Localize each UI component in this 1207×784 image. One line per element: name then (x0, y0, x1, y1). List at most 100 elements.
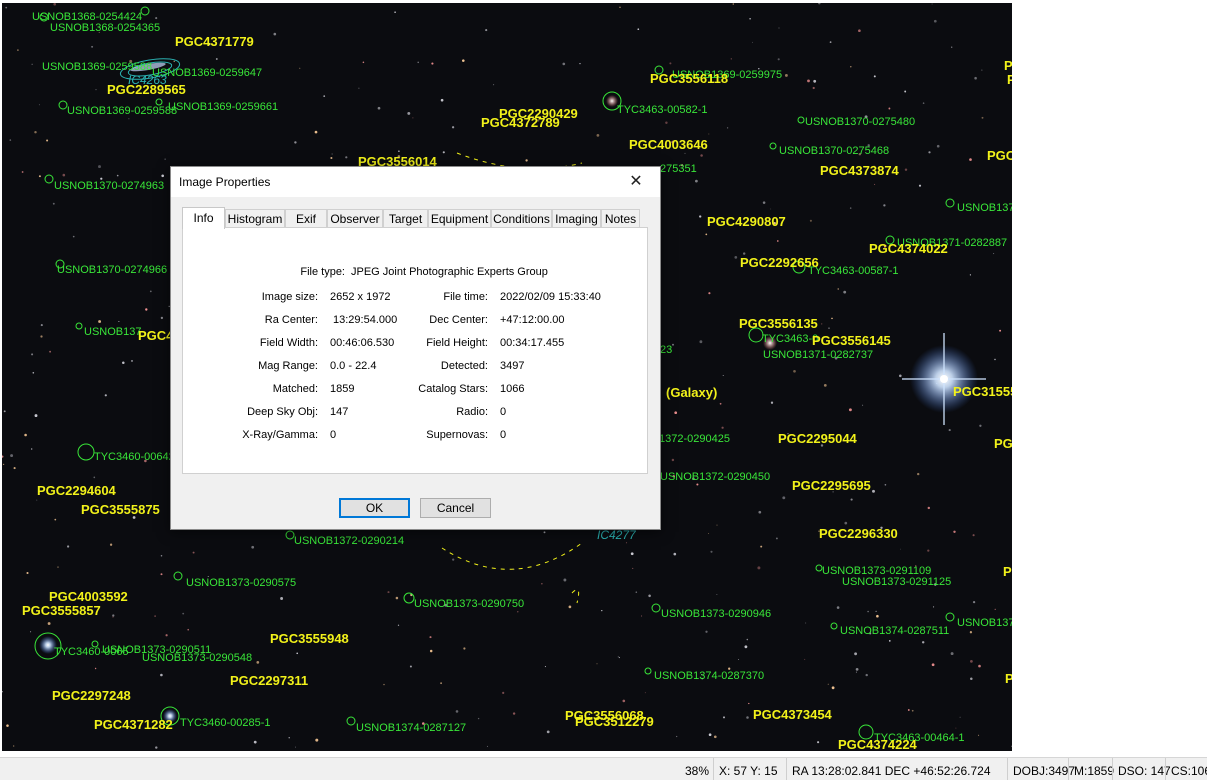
faint-star (154, 615, 156, 617)
tab-equipment[interactable]: Equipment (428, 209, 491, 227)
tab-imaging[interactable]: Imaging (552, 209, 601, 227)
catalog-star-label: USNOB1368-0254365 (50, 22, 161, 34)
faint-star (812, 86, 815, 90)
faint-star (104, 394, 107, 397)
faint-star (959, 716, 961, 718)
close-icon[interactable]: ✕ (614, 167, 658, 197)
galaxy-label: PGC3555857 (22, 603, 101, 618)
cancel-button[interactable]: Cancel (420, 498, 491, 518)
faint-star (844, 521, 848, 525)
faint-star (452, 558, 455, 561)
faint-star (477, 717, 480, 720)
image-properties-dialog: Image Properties ✕ Info Histogram Exif O… (170, 166, 661, 530)
faint-star (596, 663, 598, 665)
cursor-radec: RA 13:28:02.841 DEC +46:52:26.724 (786, 758, 996, 780)
image-size-value: 2652 x 1972 (330, 291, 391, 303)
faint-star (782, 496, 786, 500)
faint-star (525, 159, 528, 162)
faint-star (696, 483, 699, 486)
catalog-star-label: USNOB1373-0290575 (186, 577, 297, 589)
faint-star (979, 424, 982, 427)
ok-button[interactable]: OK (339, 498, 410, 518)
faint-star (641, 615, 643, 617)
radio-value: 0 (500, 406, 507, 418)
xray-label: X-Ray/Gamma: (242, 429, 318, 441)
faint-star (836, 606, 840, 609)
faint-star (918, 184, 922, 187)
faint-star (128, 118, 130, 120)
cs-count: CS:1066 (1165, 758, 1207, 780)
info-panel: File type: JPEG Joint Photographic Exper… (182, 227, 648, 474)
catalog-star-label: TYC3463-00587-1 (808, 265, 899, 277)
faint-star (673, 552, 677, 556)
faint-star (708, 733, 712, 737)
faint-star (463, 647, 466, 650)
faint-star (625, 542, 628, 544)
tab-notes[interactable]: Notes (601, 209, 640, 227)
faint-star (710, 550, 713, 553)
galaxy-label: PGC4372789 (481, 115, 560, 130)
faint-star (831, 317, 833, 320)
galaxy-label: PGC4373454 (753, 707, 832, 722)
faint-star (145, 308, 148, 311)
faint-star (746, 638, 749, 641)
faint-star (161, 174, 165, 178)
faint-star (251, 545, 255, 549)
catalog-star-label: USNOB1370-0274966 (57, 264, 168, 276)
faint-star (775, 537, 778, 540)
faint-star (618, 657, 621, 659)
faint-star (10, 454, 14, 458)
faint-star (72, 235, 75, 238)
faint-star (622, 699, 626, 703)
faint-star (726, 127, 729, 129)
faint-star (13, 745, 15, 747)
faint-star (777, 58, 780, 61)
dialog-titlebar[interactable]: Image Properties ✕ (171, 167, 660, 197)
image-size-label: Image size: (261, 291, 318, 303)
faint-star (256, 661, 260, 664)
field-width-value: 00:46:06.530 (330, 337, 395, 349)
faint-star (46, 139, 49, 142)
tab-info[interactable]: Info (182, 207, 225, 229)
faint-star (950, 652, 954, 656)
faint-star (862, 404, 864, 406)
tab-observer[interactable]: Observer (327, 209, 383, 227)
ic-object-label: IC4277 (597, 528, 636, 542)
field-width-label: Field Width: (259, 337, 318, 349)
faint-star (568, 605, 572, 609)
detected-label: Detected: (440, 360, 488, 372)
tab-exif[interactable]: Exif (285, 209, 327, 227)
faint-star (994, 608, 996, 611)
faint-star (280, 597, 284, 600)
faint-star (160, 573, 163, 576)
faint-star (933, 19, 937, 23)
faint-star (850, 498, 853, 501)
faint-star (314, 130, 318, 134)
tab-histogram[interactable]: Histogram (225, 209, 285, 227)
faint-star (294, 141, 297, 144)
faint-star (695, 179, 698, 183)
galaxy-label: PGC4371779 (175, 34, 254, 49)
faint-star (827, 683, 829, 685)
faint-star (888, 107, 891, 110)
faint-star (927, 506, 930, 510)
faint-star (630, 552, 634, 556)
file-time-label: File time: (443, 291, 488, 303)
faint-star (635, 591, 638, 593)
faint-star (315, 738, 319, 742)
tab-conditions[interactable]: Conditions (491, 209, 552, 227)
galaxy-label: PGC2297311 (230, 673, 309, 688)
faint-star (817, 741, 820, 744)
faint-star (999, 329, 1002, 332)
faint-star (288, 737, 290, 739)
catalog-star-label: USNOB1374-0287370 (654, 670, 765, 682)
faint-star (98, 320, 102, 323)
faint-star (813, 79, 817, 83)
faint-star (994, 358, 996, 361)
tab-target[interactable]: Target (383, 209, 428, 227)
faint-star (699, 340, 703, 344)
faint-star (758, 510, 762, 514)
faint-star (778, 27, 780, 29)
faint-star (757, 566, 761, 570)
faint-star (821, 323, 823, 325)
